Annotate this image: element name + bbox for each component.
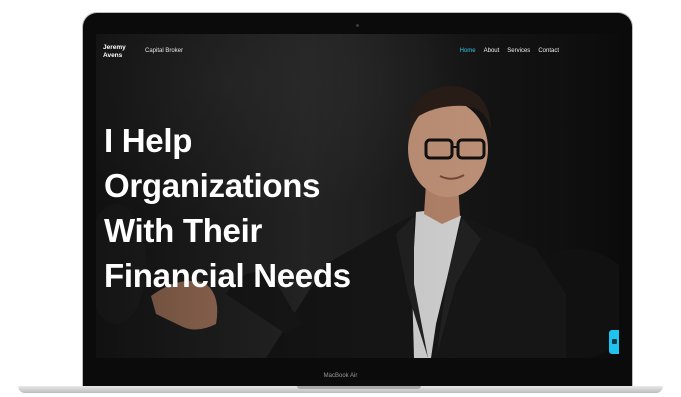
headline-line1: I Help — [104, 122, 193, 159]
headline-line2: Organizations — [104, 167, 321, 204]
nav-menu: Home About Services Contact — [460, 48, 559, 54]
nav-home[interactable]: Home — [460, 48, 476, 54]
brand-line2: Avens — [103, 51, 123, 59]
nav-contact[interactable]: Contact — [538, 48, 559, 54]
laptop-notch — [297, 386, 421, 389]
chat-button[interactable] — [609, 330, 619, 354]
headline-line3: With Their — [104, 212, 263, 249]
device-label: MacBook Air — [323, 373, 358, 379]
nav-services[interactable]: Services — [507, 48, 530, 54]
brand-line1: Jeremy — [103, 44, 126, 51]
brand-name[interactable]: Jeremy Avens — [103, 44, 126, 59]
nav-about[interactable]: About — [484, 48, 500, 54]
hero-headline: I Help Organizations With Their Financia… — [104, 118, 444, 298]
laptop-screen: Jeremy Avens Capital Broker Home About S… — [96, 34, 619, 358]
chat-icon — [612, 339, 617, 344]
camera-icon — [356, 24, 359, 27]
headline-line4: Financial Needs — [104, 257, 351, 294]
tagline: Capital Broker — [145, 48, 184, 54]
